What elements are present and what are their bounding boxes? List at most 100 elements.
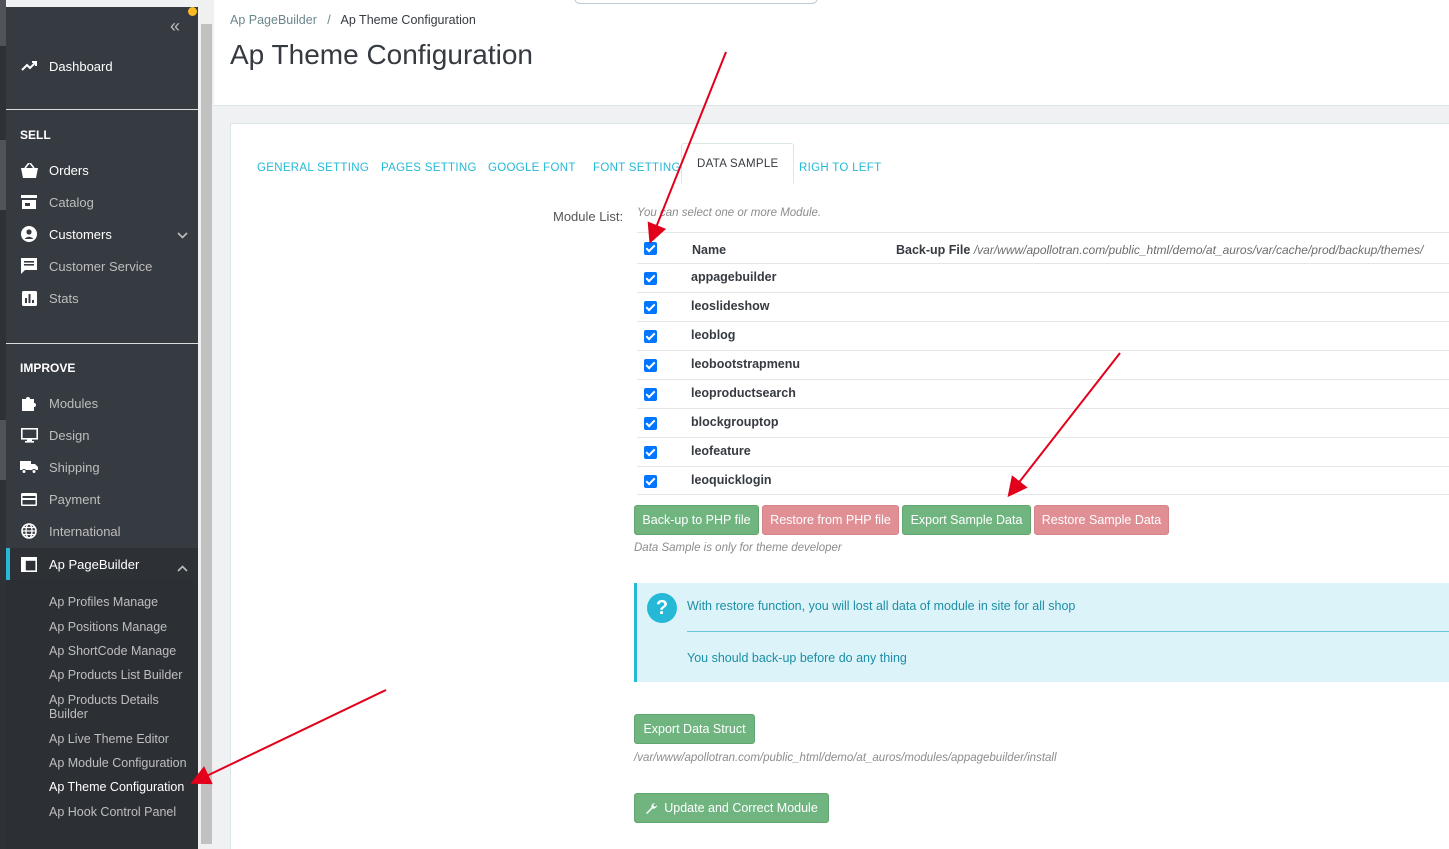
wrench-icon — [645, 802, 658, 815]
alert-line-1: With restore function, you will lost all… — [687, 599, 1076, 613]
sidebar: « Dashboard SELL Orders Catalog Customer… — [6, 7, 198, 849]
restore-php-button[interactable]: Restore from PHP file — [762, 505, 899, 535]
module-name: leofeature — [691, 444, 751, 458]
table-row: leoblog — [637, 321, 1449, 350]
page-header: Ap PageBuilder / Ap Theme Configuration … — [214, 0, 1449, 106]
shopping-basket-icon — [20, 161, 38, 179]
column-header-name: Name — [692, 243, 727, 257]
breadcrumb-current: Ap Theme Configuration — [340, 13, 476, 27]
sidebar-item-ap-pagebuilder[interactable]: Ap PageBuilder — [6, 548, 198, 580]
backup-path: /var/www/apollotran.com/public_html/demo… — [973, 243, 1424, 257]
module-checkbox[interactable] — [644, 475, 657, 488]
restore-sample-data-button[interactable]: Restore Sample Data — [1034, 505, 1169, 535]
module-name: leoslideshow — [691, 299, 770, 313]
table-row: leoproductsearch — [637, 379, 1449, 408]
sidebar-item-customer-service[interactable]: Customer Service — [6, 253, 198, 279]
module-checkbox[interactable] — [644, 388, 657, 401]
module-name: blockgrouptop — [691, 415, 779, 429]
truck-icon — [20, 458, 38, 476]
module-checkbox[interactable] — [644, 446, 657, 459]
table-row: leoquicklogin — [637, 466, 1449, 495]
submenu-item-live-theme-editor[interactable]: Ap Live Theme Editor — [49, 732, 194, 746]
module-checkbox[interactable] — [644, 359, 657, 372]
breadcrumb-separator: / — [327, 13, 331, 27]
sidebar-item-modules[interactable]: Modules — [6, 390, 198, 416]
sidebar-item-label: Customer Service — [49, 258, 153, 274]
backup-php-button[interactable]: Back-up to PHP file — [634, 505, 759, 535]
sidebar-item-label: Orders — [49, 162, 89, 178]
search-bar[interactable] — [574, 0, 818, 4]
sidebar-item-design[interactable]: Design — [6, 422, 198, 448]
sidebar-heading-improve: IMPROVE — [20, 361, 76, 375]
tab-right-to-left[interactable]: RIGH TO LEFT — [799, 158, 881, 178]
collapse-sidebar-icon[interactable]: « — [170, 17, 180, 35]
submenu-item-hook-control-panel[interactable]: Ap Hook Control Panel — [49, 805, 194, 819]
module-name: leoproductsearch — [691, 386, 796, 400]
breadcrumb: Ap PageBuilder / Ap Theme Configuration — [230, 13, 476, 27]
tab-data-sample[interactable]: DATA SAMPLE — [681, 143, 795, 184]
update-correct-module-button[interactable]: Update and Correct Module — [634, 793, 829, 823]
module-checkbox[interactable] — [644, 417, 657, 430]
submenu-item-products-details[interactable]: Ap Products Details Builder — [49, 693, 194, 721]
tab-google-font[interactable]: GOOGLE FONT — [488, 158, 576, 178]
breadcrumb-link[interactable]: Ap PageBuilder — [230, 13, 317, 27]
table-row: appagebuilder — [637, 263, 1449, 292]
sidebar-item-label: Customers — [49, 226, 112, 242]
module-checkbox[interactable] — [644, 330, 657, 343]
module-name: leoblog — [691, 328, 736, 342]
credit-card-icon — [20, 490, 38, 508]
submenu-ap-pagebuilder: Ap Profiles Manage Ap Positions Manage A… — [6, 580, 198, 849]
tab-general-setting[interactable]: GENERAL SETTING — [257, 158, 369, 178]
sidebar-item-international[interactable]: International — [6, 518, 198, 544]
export-data-struct-button[interactable]: Export Data Struct — [634, 714, 755, 744]
sidebar-item-label: Dashboard — [49, 58, 113, 74]
sidebar-item-label: Design — [49, 427, 90, 443]
sidebar-heading-sell: SELL — [20, 128, 51, 142]
bar-chart-icon — [20, 289, 38, 307]
submenu-item-shortcode[interactable]: Ap ShortCode Manage — [49, 644, 194, 658]
tab-font-setting[interactable]: FONT SETTING — [593, 158, 681, 178]
submenu-item-products-list[interactable]: Ap Products List Builder — [49, 668, 194, 682]
select-all-checkbox[interactable] — [644, 242, 657, 255]
desktop-icon — [20, 426, 38, 444]
globe-icon — [20, 522, 38, 540]
submenu-item-theme-configuration[interactable]: Ap Theme Configuration — [49, 780, 194, 794]
submenu-item-positions[interactable]: Ap Positions Manage — [49, 620, 194, 634]
sidebar-item-orders[interactable]: Orders — [6, 157, 198, 183]
table-row: leoslideshow — [637, 292, 1449, 321]
page-title: Ap Theme Configuration — [230, 39, 533, 70]
sidebar-item-label: Stats — [49, 290, 79, 306]
module-list-help: You can select one or more Module. — [637, 207, 822, 219]
sidebar-item-payment[interactable]: Payment — [6, 486, 198, 512]
sidebar-item-label: Payment — [49, 491, 101, 507]
sidebar-item-label: International — [49, 523, 121, 539]
data-sample-help: Data Sample is only for theme developer — [634, 542, 842, 554]
button-label: Update and Correct Module — [664, 801, 818, 815]
chevron-down-icon[interactable] — [177, 227, 188, 242]
sidebar-item-dashboard[interactable]: Dashboard — [6, 53, 198, 79]
struct-path: /var/www/apollotran.com/public_html/demo… — [634, 752, 1057, 764]
table-row: leobootstrapmenu — [637, 350, 1449, 379]
sidebar-item-shipping[interactable]: Shipping — [6, 454, 198, 480]
account-circle-icon — [20, 225, 38, 243]
divider — [6, 343, 198, 344]
module-name: appagebuilder — [691, 270, 777, 284]
scrollbar-thumb[interactable] — [201, 24, 212, 844]
sidebar-item-stats[interactable]: Stats — [6, 285, 198, 311]
module-checkbox[interactable] — [644, 272, 657, 285]
export-sample-data-button[interactable]: Export Sample Data — [902, 505, 1031, 535]
module-list-label: Module List: — [553, 209, 624, 224]
module-name: leobootstrapmenu — [691, 357, 801, 371]
chevron-up-icon[interactable] — [177, 560, 188, 575]
submenu-item-profiles[interactable]: Ap Profiles Manage — [49, 595, 194, 609]
sidebar-item-catalog[interactable]: Catalog — [6, 189, 198, 215]
sidebar-item-customers[interactable]: Customers — [6, 221, 198, 247]
table-header-row: Name Back-up File /var/www/apollotran.co… — [637, 232, 1449, 261]
module-checkbox[interactable] — [644, 301, 657, 314]
alert-divider — [687, 631, 1449, 632]
submenu-item-module-configuration[interactable]: Ap Module Configuration — [49, 756, 194, 770]
chat-icon — [20, 257, 38, 275]
tab-pages-setting[interactable]: PAGES SETTING — [381, 158, 477, 178]
alert-line-2: You should back-up before do any thing — [687, 651, 907, 665]
sidebar-item-label: Catalog — [49, 194, 94, 210]
